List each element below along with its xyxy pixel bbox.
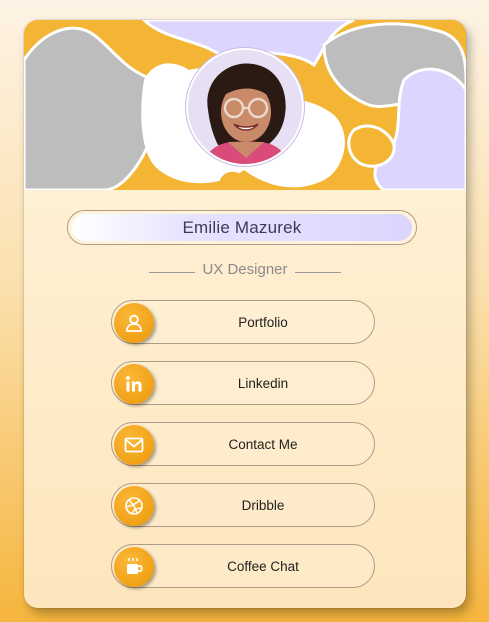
portfolio-button[interactable]: Portfolio: [111, 300, 375, 344]
contact-me-button-label: Contact Me: [228, 436, 298, 452]
portfolio-button-label: Portfolio: [238, 314, 288, 330]
name-badge: Emilie Mazurek: [67, 210, 417, 245]
dribble-button[interactable]: Dribble: [111, 483, 375, 527]
dribbble-icon: [114, 486, 154, 526]
divider-left: [149, 272, 196, 273]
contact-me-button[interactable]: Contact Me: [111, 422, 375, 466]
linkedin-button[interactable]: Linkedin: [111, 361, 375, 405]
mail-icon: [114, 425, 154, 465]
profile-photo: [188, 50, 302, 164]
header-banner: [24, 20, 466, 190]
linkedin-button-label: Linkedin: [237, 375, 289, 391]
coffee-icon: [114, 547, 154, 587]
job-title: UX Designer: [24, 261, 466, 278]
profile-card: Emilie Mazurek UX Designer Portfolio Lin…: [24, 20, 466, 608]
dribble-button-label: Dribble: [241, 497, 285, 513]
user-icon: [114, 303, 154, 343]
coffee-chat-button-label: Coffee Chat: [227, 558, 299, 574]
job-title-text: UX Designer: [202, 261, 288, 278]
divider-right: [294, 272, 341, 273]
profile-name: Emilie Mazurek: [72, 214, 412, 241]
coffee-chat-button[interactable]: Coffee Chat: [111, 544, 375, 588]
linkedin-icon: [114, 364, 154, 404]
avatar: [186, 48, 304, 166]
